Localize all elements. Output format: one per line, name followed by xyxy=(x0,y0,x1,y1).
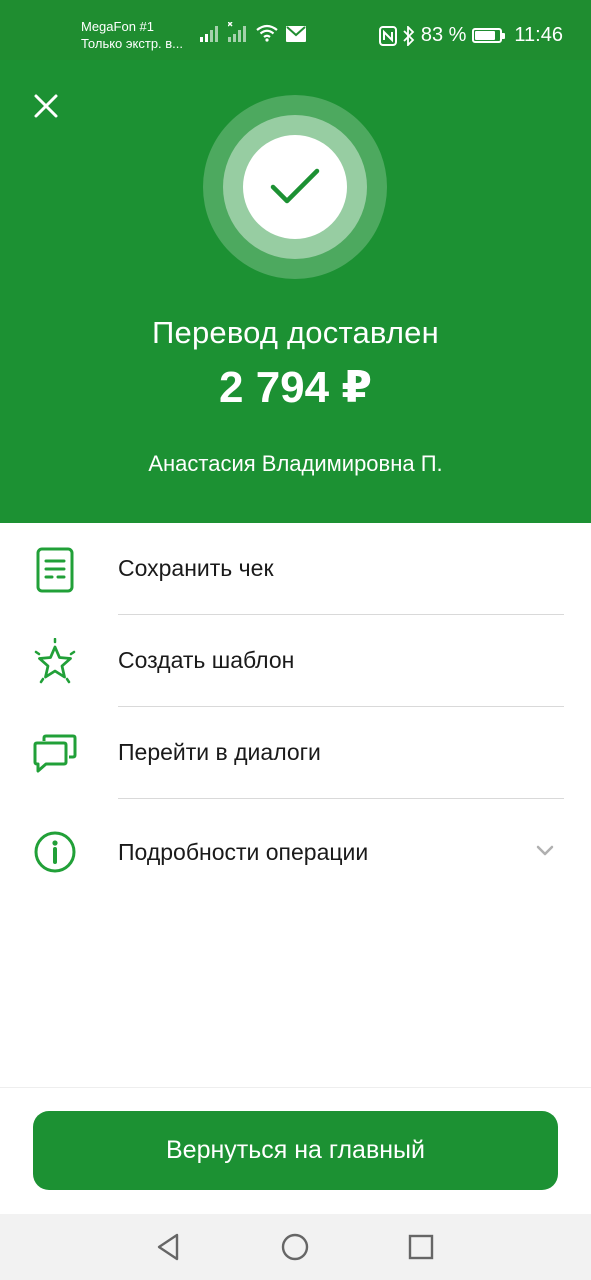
success-header: Перевод доставлен 2 794 ₽ Анастасия Влад… xyxy=(0,60,591,523)
transfer-status-title: Перевод доставлен xyxy=(152,315,439,350)
actions-list: Сохранить чек Создать шаблон Перейти в д… xyxy=(0,523,591,903)
mail-icon xyxy=(286,26,306,42)
star-icon xyxy=(30,637,80,687)
save-receipt-label: Сохранить чек xyxy=(118,555,274,581)
status-icons xyxy=(200,22,306,42)
save-receipt-item[interactable]: Сохранить чек xyxy=(0,523,591,615)
clock: 11:46 xyxy=(514,24,563,46)
signal-no-sim-icon xyxy=(228,22,246,42)
recipient-name: Анастасия Владимировна П. xyxy=(148,451,443,476)
carrier-info: MegaFon #1 Только экстр. в... xyxy=(81,18,183,52)
operation-details-label: Подробности операции xyxy=(118,839,369,865)
back-icon[interactable] xyxy=(153,1231,185,1263)
system-nav-bar xyxy=(0,1214,591,1280)
close-icon xyxy=(34,94,58,118)
battery-icon xyxy=(472,28,506,43)
wifi-icon xyxy=(256,24,278,42)
create-template-label: Создать шаблон xyxy=(118,647,295,673)
bluetooth-icon xyxy=(403,25,415,46)
status-bar: MegaFon #1 Только экстр. в... 83 % 11:46 xyxy=(0,0,591,60)
receipt-icon xyxy=(30,545,80,595)
signal-icon xyxy=(200,26,218,42)
close-button[interactable] xyxy=(30,90,62,122)
bottom-divider xyxy=(0,1087,591,1088)
battery-fill xyxy=(475,31,496,40)
screen: MegaFon #1 Только экстр. в... 83 % 11:46… xyxy=(0,0,591,1280)
chevron-down-icon[interactable] xyxy=(535,841,555,861)
nfc-icon xyxy=(378,25,397,46)
status-right: 83 % 11:46 xyxy=(378,24,563,47)
success-badge xyxy=(203,95,387,279)
return-home-button[interactable]: Вернуться на главный xyxy=(33,1111,558,1190)
create-template-item[interactable]: Создать шаблон xyxy=(0,615,591,707)
transfer-amount: 2 794 ₽ xyxy=(219,363,372,412)
home-icon[interactable] xyxy=(279,1231,311,1263)
go-to-dialogs-label: Перейти в диалоги xyxy=(118,739,321,765)
recents-icon[interactable] xyxy=(405,1231,437,1263)
operation-details-item[interactable]: Подробности операции xyxy=(0,799,591,903)
checkmark-icon xyxy=(270,168,320,204)
info-icon xyxy=(30,827,80,877)
carrier-name: MegaFon #1 xyxy=(81,19,154,34)
carrier-status: Только экстр. в... xyxy=(81,36,184,51)
battery-percent: 83 % xyxy=(420,24,467,46)
chat-icon xyxy=(30,729,80,779)
go-to-dialogs-item[interactable]: Перейти в диалоги xyxy=(0,707,591,799)
